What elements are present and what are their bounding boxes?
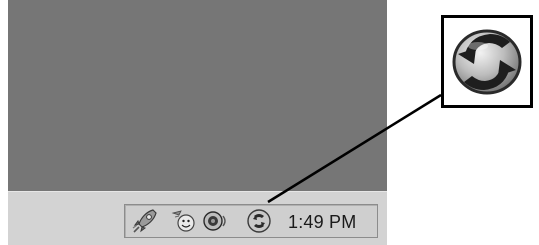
callout-magnifier: [441, 15, 533, 108]
taskbar: 1:49 PM: [8, 191, 387, 245]
system-tray: 1:49 PM: [124, 204, 378, 238]
speaker-icon[interactable]: [201, 207, 229, 235]
messenger-icon[interactable]: [171, 207, 199, 235]
sync-icon: [452, 29, 522, 95]
clock[interactable]: 1:49 PM: [288, 212, 356, 233]
desktop-area: [8, 0, 387, 191]
sync-icon[interactable]: [245, 207, 273, 235]
screenshot-stage: 1:49 PM: [0, 0, 539, 245]
rocket-icon[interactable]: [131, 207, 159, 235]
